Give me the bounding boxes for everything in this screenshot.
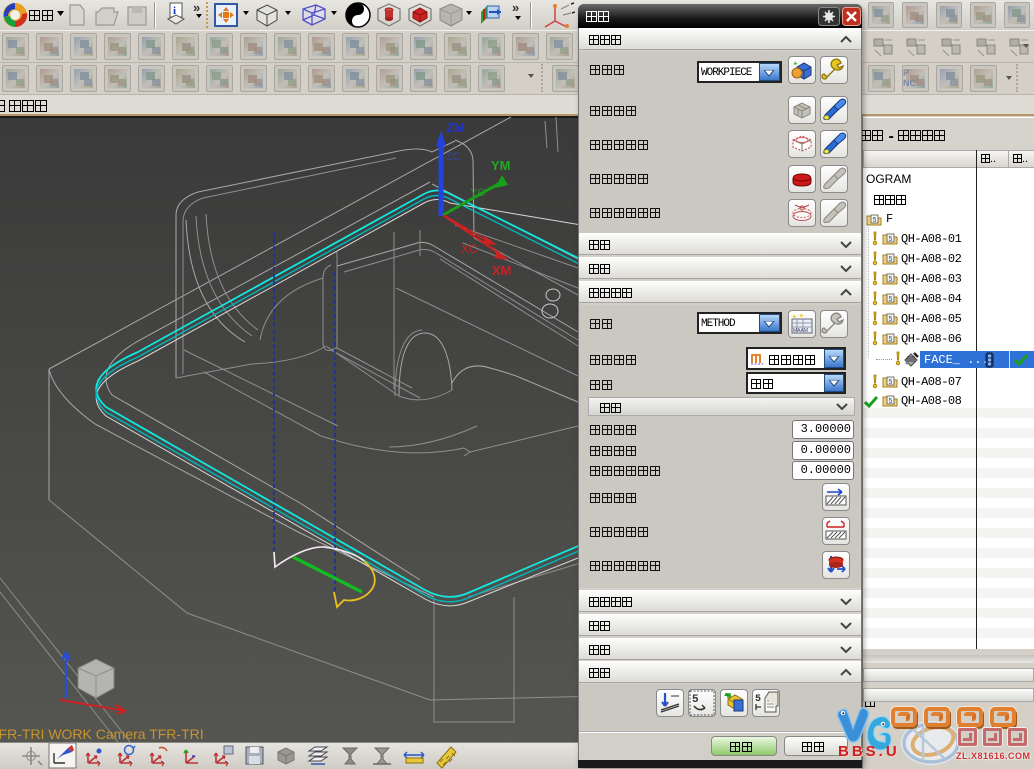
svg-text:5: 5 — [692, 694, 699, 706]
svg-text:XC: XC — [461, 242, 478, 256]
svg-text:MAAM: MAAM — [793, 328, 808, 334]
svg-text:5: 5 — [889, 316, 893, 323]
svg-text:5: 5 — [889, 276, 893, 283]
svg-text:5: 5 — [889, 296, 893, 303]
svg-text:5: 5 — [755, 694, 761, 705]
svg-text:5: 5 — [889, 379, 893, 386]
svg-text:ZM: ZM — [446, 120, 465, 135]
svg-text:TFR-TRI WORK Camera TFR-TRI: TFR-TRI WORK Camera TFR-TRI — [0, 726, 204, 742]
svg-text:YM: YM — [491, 158, 511, 173]
svg-text:YC: YC — [470, 187, 485, 199]
svg-text:5: 5 — [889, 236, 893, 243]
svg-text:XM: XM — [492, 263, 512, 278]
svg-text:5: 5 — [889, 336, 893, 343]
svg-text:ZC: ZC — [446, 151, 461, 163]
svg-text:5: 5 — [873, 217, 877, 224]
svg-text:5: 5 — [889, 398, 893, 405]
svg-text:5: 5 — [889, 256, 893, 263]
